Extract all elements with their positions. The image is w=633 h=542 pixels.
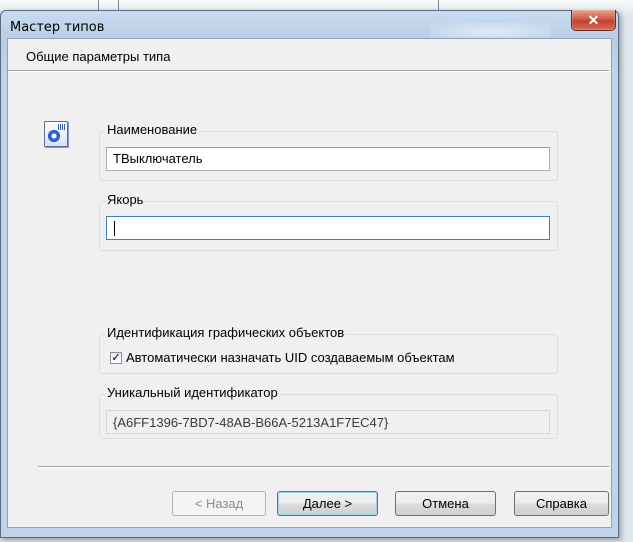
help-button[interactable]: Справка <box>514 491 609 516</box>
header-separator <box>8 70 609 72</box>
auto-uid-checkbox[interactable]: ✓ <box>110 352 122 364</box>
text-caret <box>114 221 115 237</box>
auto-uid-checkbox-label[interactable]: Автоматически назначать UID создаваемым … <box>126 350 455 365</box>
uid-field: {A6FF1396-7BD7-48AB-B66A-5213A1F7EC47} <box>106 410 550 434</box>
close-button[interactable]: ✕ <box>571 10 616 31</box>
name-input[interactable]: ТВыключатель <box>106 147 550 171</box>
footer-separator <box>38 466 609 468</box>
page-heading: Общие параметры типа <box>26 49 171 64</box>
close-icon: ✕ <box>587 11 600 28</box>
identification-group-label: Идентификация графических объектов <box>105 325 347 340</box>
type-wizard-icon <box>44 121 68 147</box>
window-title: Мастер типов <box>10 20 105 35</box>
anchor-input[interactable] <box>106 216 550 240</box>
checkmark-icon: ✓ <box>111 352 121 364</box>
uid-group-label: Уникальный идентификатор <box>105 385 280 400</box>
back-button[interactable]: < Назад <box>172 491 266 516</box>
next-button[interactable]: Далее > <box>277 491 378 516</box>
wizard-client-area <box>7 38 612 528</box>
name-group-label: Наименование <box>105 122 200 137</box>
cancel-button[interactable]: Отмена <box>395 491 496 516</box>
gear-icon <box>48 130 60 142</box>
anchor-group-label: Якорь <box>105 192 146 207</box>
